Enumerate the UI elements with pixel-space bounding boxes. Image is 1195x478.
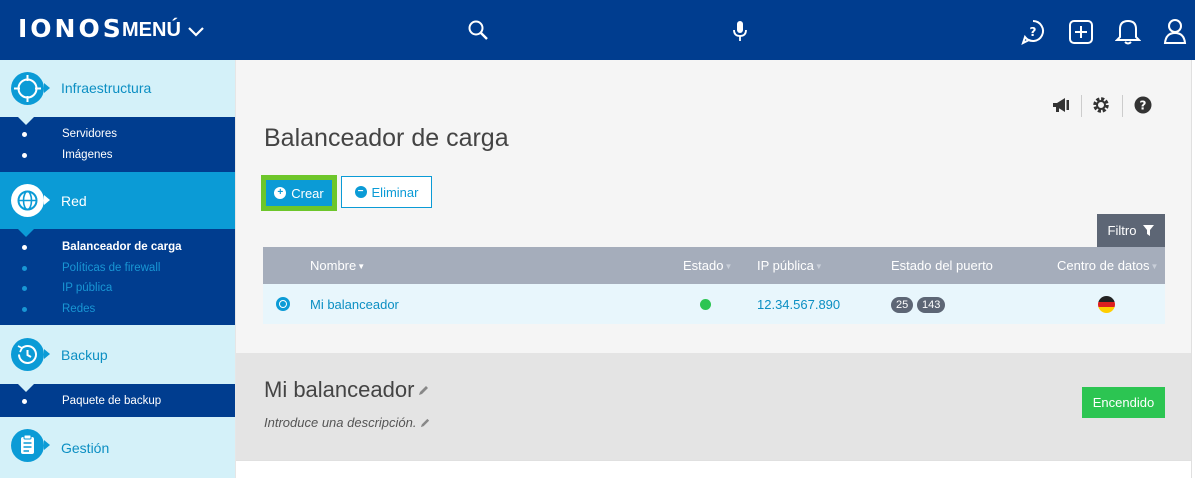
- scrollbar-track[interactable]: [1191, 60, 1195, 478]
- column-header-nombre[interactable]: Nombre▼: [310, 258, 365, 273]
- detail-description-text: Introduce una descripción.: [264, 415, 417, 430]
- column-header-ip[interactable]: IP pública▼: [757, 258, 823, 273]
- section-pointer: [44, 195, 50, 205]
- plus-circle-icon: +: [274, 187, 287, 199]
- help-icon[interactable]: ?: [1133, 95, 1153, 115]
- search-icon[interactable]: [467, 19, 489, 41]
- menu-label: MENÚ: [122, 19, 181, 41]
- cell-ip: 12.34.567.890: [757, 297, 841, 312]
- svg-text:?: ?: [1140, 99, 1147, 113]
- table-row[interactable]: Mi balanceador 12.34.567.890 25 143: [263, 284, 1165, 324]
- sidebar-item-balanceador[interactable]: Balanceador de carga: [22, 241, 182, 253]
- sidebar-item-imagenes[interactable]: Imágenes: [22, 149, 113, 161]
- svg-text:?: ?: [1030, 25, 1037, 39]
- menu-button[interactable]: MENÚ: [122, 19, 205, 42]
- sidebar-section-label: Gestión: [61, 440, 110, 456]
- crear-button[interactable]: + Crear: [266, 180, 332, 206]
- pencil-icon[interactable]: [418, 384, 430, 396]
- gear-icon[interactable]: [1091, 95, 1111, 115]
- sidebar-section-backup[interactable]: Backup: [0, 325, 235, 384]
- sidebar-section-gestion[interactable]: Gestión: [0, 417, 235, 478]
- infrastructure-icon: [11, 72, 44, 105]
- add-icon[interactable]: [1068, 18, 1094, 46]
- sidebar-section-red[interactable]: Red: [0, 172, 235, 229]
- sidebar-section-label: Backup: [61, 347, 108, 363]
- sidebar-section-label: Red: [61, 193, 87, 209]
- status-green-dot: [700, 299, 711, 310]
- germany-flag-icon: [1098, 296, 1115, 313]
- subnav-red: Balanceador de carga Políticas de firewa…: [0, 229, 235, 325]
- help-chat-icon[interactable]: ?: [1020, 18, 1046, 46]
- sort-caret-icon: ▼: [724, 262, 733, 272]
- table-header: Nombre▼ Estado▼ IP pública▼ Estado del p…: [263, 247, 1165, 284]
- sidebar-item-firewall[interactable]: Políticas de firewall: [22, 262, 160, 274]
- crear-label: Crear: [291, 185, 324, 201]
- ionos-logo[interactable]: IONOS: [18, 14, 124, 43]
- user-icon[interactable]: [1163, 17, 1187, 45]
- detail-title[interactable]: Mi balanceador: [264, 377, 430, 403]
- sidebar-section-infraestructura[interactable]: Infraestructura: [0, 60, 235, 117]
- sidebar-section-label: Infraestructura: [61, 80, 152, 96]
- pencil-icon[interactable]: [420, 417, 431, 428]
- subnav-notch: [18, 117, 34, 125]
- sort-caret-icon: ▼: [814, 262, 823, 272]
- port-badge: 143: [917, 297, 946, 313]
- subnav-notch: [18, 229, 34, 237]
- bell-icon[interactable]: [1115, 17, 1141, 45]
- eliminar-button[interactable]: − Eliminar: [341, 176, 432, 208]
- filtro-label: Filtro: [1107, 223, 1137, 238]
- sidebar-item-servidores[interactable]: Servidores: [22, 128, 117, 140]
- port-badge: 25: [891, 297, 914, 313]
- bottom-area: [236, 460, 1191, 478]
- sidebar-item-paquete-backup[interactable]: Paquete de backup: [22, 395, 161, 407]
- detail-panel: Mi balanceador Introduce una descripción…: [236, 353, 1191, 460]
- section-pointer: [44, 83, 50, 93]
- chevron-down-icon: [188, 26, 204, 37]
- page-title: Balanceador de carga: [264, 124, 509, 152]
- subnav-backup: Paquete de backup: [0, 384, 235, 417]
- detail-title-text: Mi balanceador: [264, 377, 415, 402]
- minus-circle-icon: −: [354, 186, 367, 198]
- backup-icon: [11, 338, 44, 371]
- clipboard-icon: [11, 429, 44, 462]
- sort-caret-icon: ▼: [1150, 262, 1159, 272]
- crear-button-highlight: + Crear: [261, 175, 337, 211]
- cell-nombre[interactable]: Mi balanceador: [310, 297, 399, 312]
- filtro-button[interactable]: Filtro: [1097, 214, 1165, 247]
- section-pointer: [44, 349, 50, 359]
- sort-caret-icon: ▼: [357, 262, 366, 272]
- megaphone-icon[interactable]: [1051, 95, 1071, 115]
- column-header-estado[interactable]: Estado▼: [683, 258, 732, 273]
- separator: [1122, 95, 1123, 117]
- section-pointer: [44, 440, 50, 450]
- sidebar-item-redes[interactable]: Redes: [22, 303, 95, 315]
- row-radio[interactable]: [276, 297, 290, 311]
- separator: [1081, 95, 1082, 117]
- microphone-icon[interactable]: [731, 19, 749, 43]
- network-icon: [11, 184, 44, 217]
- sidebar: Infraestructura Servidores Imágenes Red …: [0, 60, 235, 478]
- subnav-infraestructura: Servidores Imágenes: [0, 117, 235, 172]
- column-header-centro[interactable]: Centro de datos▼: [1057, 258, 1158, 273]
- detail-description[interactable]: Introduce una descripción.: [264, 415, 431, 430]
- filter-icon: [1143, 225, 1155, 236]
- column-header-puerto: Estado del puerto: [891, 258, 993, 273]
- top-bar: IONOS MENÚ ?: [0, 0, 1195, 60]
- status-badge: Encendido: [1082, 387, 1165, 418]
- sidebar-item-ip-publica[interactable]: IP pública: [22, 282, 112, 294]
- eliminar-label: Eliminar: [371, 184, 419, 200]
- subnav-notch: [18, 384, 34, 392]
